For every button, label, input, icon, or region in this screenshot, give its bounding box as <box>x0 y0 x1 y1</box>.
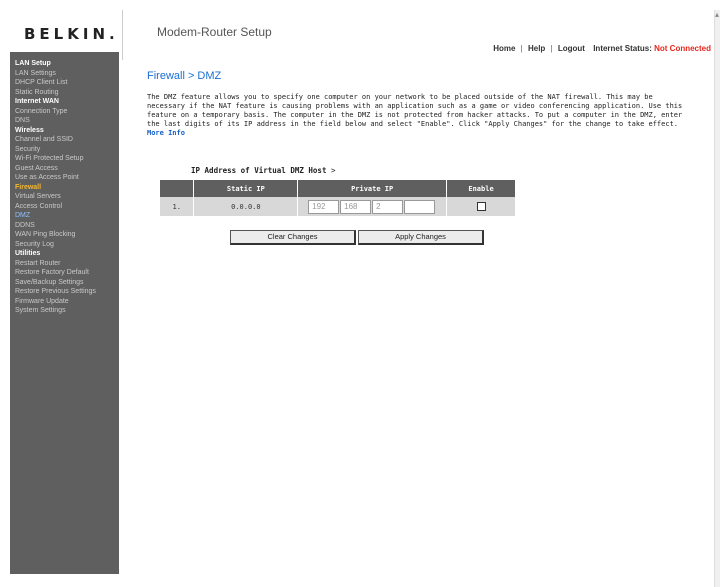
sidebar-item-restore-factory-default[interactable]: Restore Factory Default <box>15 268 119 278</box>
button-row: Clear Changes Apply Changes <box>230 230 486 245</box>
sidebar-item-save-backup-settings[interactable]: Save/Backup Settings <box>15 278 119 288</box>
sidebar-item-restore-previous-settings[interactable]: Restore Previous Settings <box>15 287 119 297</box>
page-title: Firewall > DMZ <box>147 70 222 82</box>
private-ip-octet-2[interactable]: 168 <box>340 199 372 214</box>
sidebar-item-virtual-servers[interactable]: Virtual Servers <box>15 192 119 202</box>
internet-status-label: Internet Status: <box>593 44 652 53</box>
description-text: The DMZ feature allows you to specify on… <box>147 93 683 128</box>
private-ip-cell: 192 168 2 <box>297 197 448 216</box>
apply-changes-button[interactable]: Apply Changes <box>358 230 484 245</box>
private-ip-octet-4[interactable] <box>404 199 436 214</box>
sidebar-section-internet-wan: Internet WAN <box>15 98 59 105</box>
table-header-row: Static IP Private IP Enable <box>160 180 516 197</box>
private-ip-octet-1[interactable]: 192 <box>308 199 340 214</box>
sidebar-nav: LAN Setup LAN Settings DHCP Client List Sta… <box>10 52 119 574</box>
nav-separator: | <box>520 44 523 53</box>
sidebar-section-lan-setup: LAN Setup <box>15 60 51 67</box>
scroll-up-icon[interactable]: ▴ <box>715 10 719 19</box>
top-navigation: Home | Help | Logout Internet Status: No… <box>493 44 711 53</box>
sidebar-item-access-control[interactable]: Access Control <box>15 202 119 212</box>
sidebar-item-firmware-update[interactable]: Firmware Update <box>15 297 119 307</box>
column-header-enable: Enable <box>446 180 516 197</box>
sidebar-item-static-routing[interactable]: Static Routing <box>15 88 119 98</box>
sidebar-item-use-as-access-point[interactable]: Use as Access Point <box>15 173 119 183</box>
app-title: Modem-Router Setup <box>157 25 272 39</box>
sidebar-item-system-settings[interactable]: System Settings <box>15 306 119 316</box>
row-index: 1. <box>160 197 195 216</box>
sidebar-item-security[interactable]: Security <box>15 145 119 155</box>
sidebar-item-ddns[interactable]: DDNS <box>15 221 119 231</box>
arrow-glyph: > <box>330 166 336 175</box>
column-header-static-ip: Static IP <box>193 180 299 197</box>
sidebar-item-lan-settings[interactable]: LAN Settings <box>15 69 119 79</box>
logout-link[interactable]: Logout <box>558 44 585 53</box>
column-header-index <box>160 180 195 197</box>
clear-changes-button[interactable]: Clear Changes <box>230 230 356 245</box>
sidebar-item-connection-type[interactable]: Connection Type <box>15 107 119 117</box>
table-row: 1. 0.0.0.0 192 168 2 <box>160 197 516 216</box>
sidebar-item-guest-access[interactable]: Guest Access <box>15 164 119 174</box>
help-link[interactable]: Help <box>528 44 545 53</box>
dmz-description: The DMZ feature allows you to specify on… <box>147 93 692 138</box>
sidebar-item-wi-fi-protected-setup[interactable]: Wi-Fi Protected Setup <box>15 154 119 164</box>
home-link[interactable]: Home <box>493 44 515 53</box>
virtual-dmz-host-label: IP Address of Virtual DMZ Host > <box>191 166 336 175</box>
private-ip-octet-3[interactable]: 2 <box>372 199 404 214</box>
sidebar-item-security-log[interactable]: Security Log <box>15 240 119 250</box>
sidebar-item-dns[interactable]: DNS <box>15 116 119 126</box>
sidebar-section-wireless: Wireless <box>15 126 44 134</box>
sidebar-item-channel-and-ssid[interactable]: Channel and SSID <box>15 135 119 145</box>
dmz-table: Static IP Private IP Enable 1. 0.0.0.0 1… <box>160 180 516 216</box>
enable-cell <box>446 197 516 216</box>
sidebar-item-wan-ping-blocking[interactable]: WAN Ping Blocking <box>15 230 119 240</box>
main-content: Firewall > DMZ The DMZ feature allows yo… <box>147 70 713 245</box>
sidebar-section-firewall: Firewall <box>15 183 42 191</box>
window-scrollbar[interactable]: ▴ <box>714 10 720 587</box>
sidebar-item-dhcp-client-list[interactable]: DHCP Client List <box>15 78 119 88</box>
nav-separator: | <box>550 44 553 53</box>
internet-status-value: Not Connected <box>654 44 711 53</box>
belkin-logo: BELKIN. <box>24 25 119 43</box>
sidebar-item-restart-router[interactable]: Restart Router <box>15 259 119 269</box>
column-header-private-ip: Private IP <box>297 180 448 197</box>
sidebar-item-dmz[interactable]: DMZ <box>15 211 119 221</box>
sidebar-section-utilities: Utilities <box>15 250 41 257</box>
enable-checkbox[interactable] <box>476 202 486 211</box>
more-info-link[interactable]: More Info <box>147 129 185 137</box>
static-ip-value: 0.0.0.0 <box>193 197 299 216</box>
